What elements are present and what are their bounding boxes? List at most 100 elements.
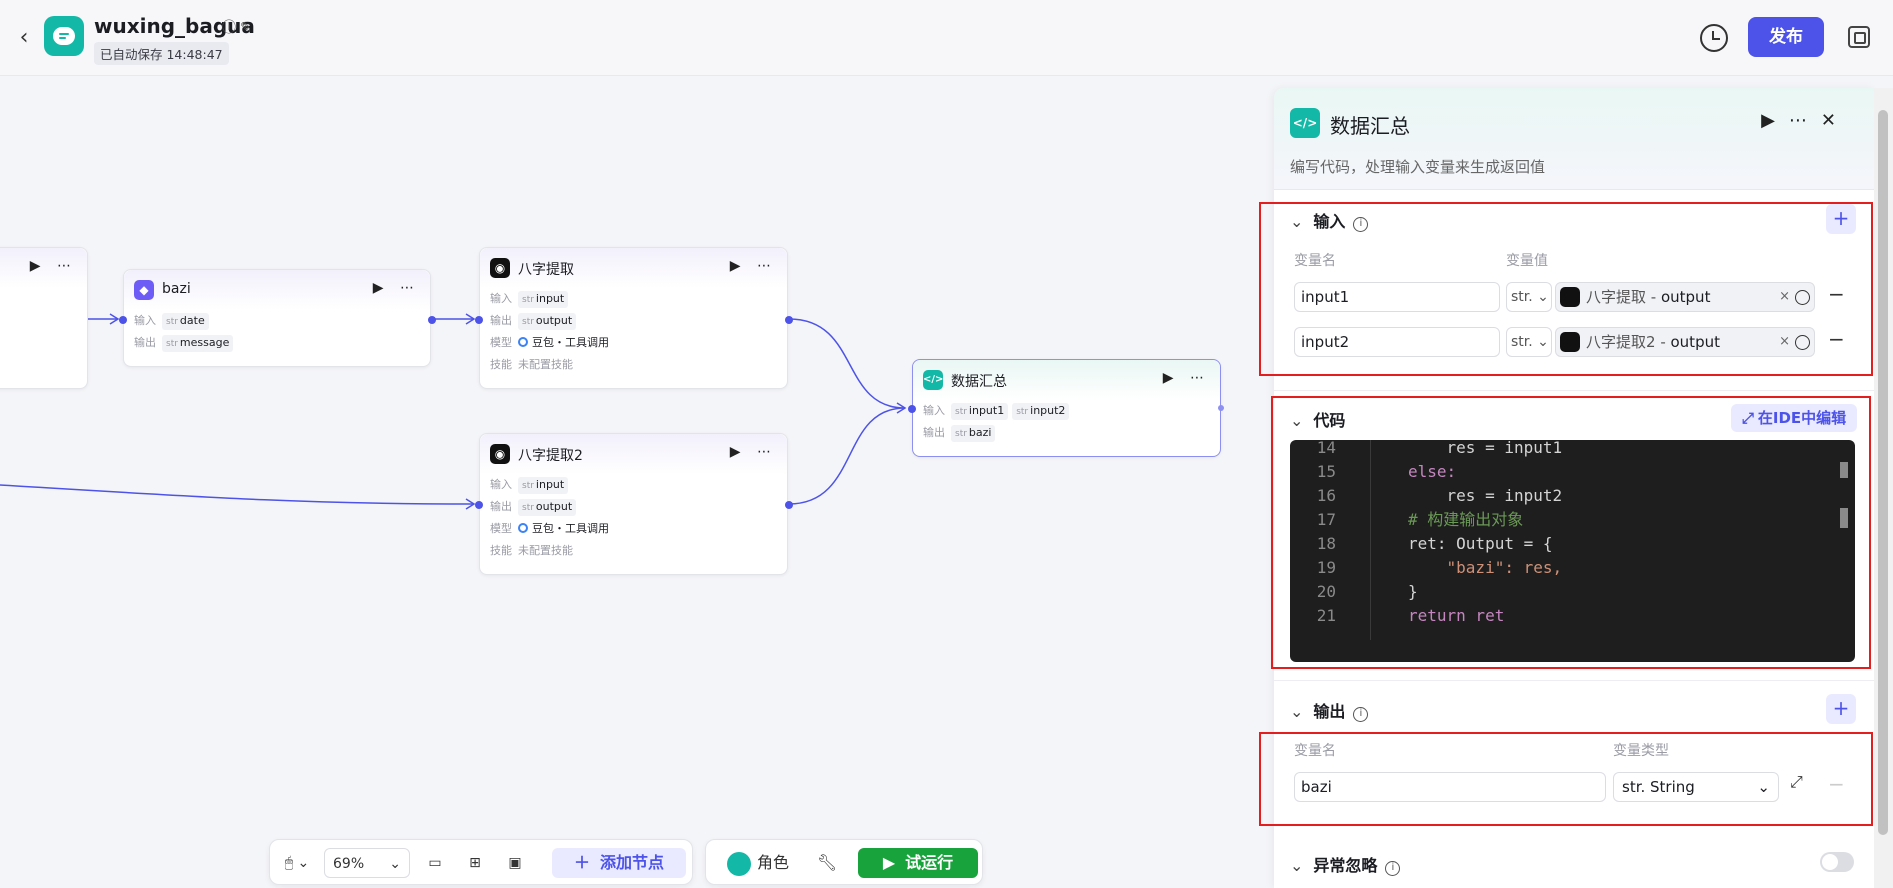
input-port[interactable]: [119, 316, 127, 324]
highlight-output-section: [1259, 732, 1873, 826]
output-section-title[interactable]: ⌄ 输出 i: [1290, 698, 1369, 722]
panel-description: 编写代码，处理输入变量来生成返回值: [1290, 158, 1546, 176]
model-label: 模型: [490, 336, 512, 349]
highlight-code-section: [1271, 396, 1871, 669]
skill-label: 技能: [490, 544, 512, 557]
chevron-left-icon[interactable]: ‹: [10, 24, 38, 52]
code-icon: </>: [1290, 108, 1320, 138]
title-actions: ⓘ✎: [222, 17, 256, 37]
model-icon: [518, 337, 528, 347]
skill-value: 未配置技能: [518, 544, 573, 557]
comment-icon[interactable]: ▭: [420, 848, 450, 878]
top-header: ‹ wuxing_bagua ⓘ✎ 已自动保存 14:48:47 发布: [0, 0, 1893, 76]
autosave-badge: 已自动保存 14:48:47: [94, 42, 229, 65]
node-actions[interactable]: ▶ ⋯: [730, 258, 777, 274]
divider: [1274, 680, 1874, 681]
panel-title: 数据汇总: [1330, 114, 1410, 138]
role-button[interactable]: 角色: [716, 848, 800, 878]
plugin-icon: ◆: [134, 280, 154, 300]
app-logo: [44, 16, 84, 56]
input-tag: str input: [518, 291, 569, 308]
wrench-icon[interactable]: 🔧︎: [812, 848, 842, 878]
input-tag: str input1: [951, 403, 1009, 420]
info-icon[interactable]: i: [1353, 707, 1369, 722]
model-name: 豆包・工具调用: [532, 336, 609, 349]
run-toolbar: 角色 🔧︎ ▶ 试运行: [705, 839, 983, 885]
more-icon[interactable]: ⋯: [1789, 110, 1821, 131]
panel-scrollbar-thumb[interactable]: [1878, 110, 1888, 835]
output-tag: str message: [162, 335, 234, 352]
input-tag: str input: [518, 477, 569, 494]
copy-icon[interactable]: [1848, 26, 1870, 48]
info-icon[interactable]: i: [1385, 861, 1401, 876]
mouse-mode-icon[interactable]: 🖱︎ ⌄: [278, 848, 316, 878]
input-port[interactable]: [475, 501, 483, 509]
add-node-button[interactable]: ＋添加节点: [552, 848, 686, 878]
output-tag: str bazi: [951, 425, 996, 442]
output-port[interactable]: [1218, 405, 1224, 411]
panel-actions: ▶⋯✕: [1761, 110, 1850, 131]
output-tag: str output: [518, 313, 577, 330]
llm-icon: ◉: [490, 258, 510, 278]
node-title: bazi: [162, 281, 191, 297]
output-tag: str output: [518, 499, 577, 516]
node-summary[interactable]: </> 数据汇总 ▶ ⋯ 输入 str input1 str input2 输出 str b…: [908, 359, 1224, 457]
input-label: 输入: [923, 404, 945, 417]
close-icon[interactable]: ✕: [1821, 110, 1850, 131]
publish-button[interactable]: 发布: [1748, 17, 1824, 57]
input-port[interactable]: [908, 405, 916, 413]
minimap-icon[interactable]: ▣: [500, 848, 530, 878]
node-actions[interactable]: ▶ ⋯: [730, 444, 777, 460]
output-label: 输出: [134, 336, 156, 349]
node-extract1[interactable]: ◉ 八字提取 ▶ ⋯ 输入 str input 输出 str output 模型 豆包・工…: [475, 247, 793, 389]
test-run-button[interactable]: ▶ 试运行: [858, 848, 978, 878]
layout-icon[interactable]: ⊞: [460, 848, 490, 878]
node-title: 数据汇总: [951, 374, 1007, 390]
node-actions[interactable]: ▶ ⋯: [30, 258, 77, 274]
model-name: 豆包・工具调用: [532, 522, 609, 535]
skill-value: 未配置技能: [518, 358, 573, 371]
panel-header: </> 数据汇总 ▶⋯✕ 编写代码，处理输入变量来生成返回值: [1274, 88, 1874, 190]
model-label: 模型: [490, 522, 512, 535]
highlight-input-section: [1259, 202, 1873, 376]
edit-icon[interactable]: ✎: [240, 20, 256, 36]
output-port[interactable]: [785, 316, 793, 324]
input-label: 输入: [490, 478, 512, 491]
output-port[interactable]: [785, 501, 793, 509]
node-bazi[interactable]: ◆ bazi ▶ ⋯ 输入 str date 输出 str message: [119, 269, 436, 367]
output-label: 输出: [490, 500, 512, 513]
node-actions[interactable]: ▶ ⋯: [373, 280, 420, 296]
llm-icon: ◉: [490, 444, 510, 464]
chevron-down-icon[interactable]: ⌄: [1290, 702, 1303, 721]
add-output-button[interactable]: +: [1826, 694, 1856, 724]
workflow-canvas[interactable]: ▶ ⋯ ◆ bazi ▶ ⋯ 输入 str date 输出 str message ◉ …: [0, 77, 1273, 888]
code-icon: </>: [923, 370, 943, 390]
edge-extract2-summary: [788, 407, 906, 505]
model-icon: [518, 523, 528, 533]
output-label: 输出: [490, 314, 512, 327]
run-node-icon[interactable]: ▶: [1761, 110, 1789, 131]
input-tag: str input2: [1012, 403, 1070, 420]
output-label: 输出: [923, 426, 945, 439]
input-label: 输入: [490, 292, 512, 305]
exception-toggle[interactable]: [1820, 852, 1854, 872]
input-label: 输入: [134, 314, 156, 327]
exception-section-title[interactable]: ⌄ 异常忽略 i: [1290, 852, 1401, 876]
node-extract2[interactable]: ◉ 八字提取2 ▶ ⋯ 输入 str input 输出 str output 模型 豆包・…: [475, 433, 793, 575]
edge-left-extract2: [0, 484, 475, 505]
node-title: 八字提取2: [518, 448, 583, 464]
input-port[interactable]: [475, 316, 483, 324]
divider: [1274, 390, 1874, 391]
canvas-toolbar: 🖱︎ ⌄ 69% ⌄ ▭ ⊞ ▣ ＋添加节点: [269, 839, 693, 885]
edge-extract1-summary: [788, 318, 906, 409]
skill-label: 技能: [490, 358, 512, 371]
avatar: [726, 851, 751, 876]
info-icon[interactable]: ⓘ: [222, 20, 240, 36]
input-tag: str date: [162, 313, 209, 330]
chevron-down-icon[interactable]: ⌄: [1290, 856, 1303, 875]
node-start[interactable]: ▶ ⋯: [0, 247, 88, 389]
zoom-select[interactable]: 69% ⌄: [324, 848, 410, 878]
node-actions[interactable]: ▶ ⋯: [1163, 370, 1210, 386]
output-port[interactable]: [428, 316, 436, 324]
history-icon[interactable]: [1700, 24, 1728, 52]
